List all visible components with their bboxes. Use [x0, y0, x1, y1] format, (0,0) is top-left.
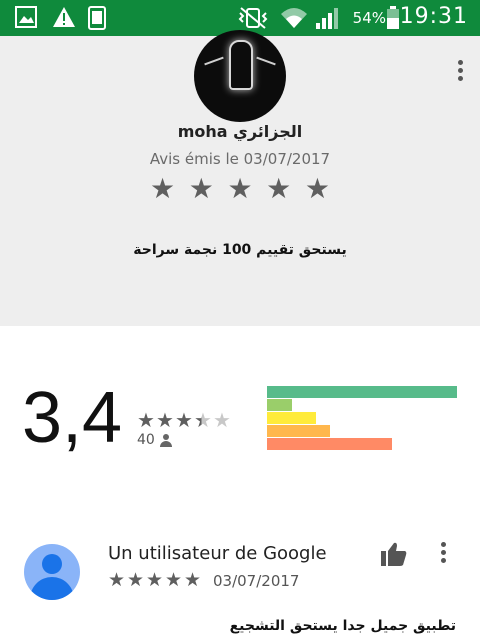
- star-icon: ★: [146, 569, 164, 591]
- star-icon: ★: [227, 172, 253, 205]
- review-card: moha الجزائري Avis émis le 03/07/2017 ★ …: [0, 30, 480, 326]
- more-vert-icon[interactable]: [439, 542, 447, 566]
- star-icon: ★: [213, 408, 231, 432]
- star-icon: ★: [304, 172, 330, 205]
- signal-icon: [316, 8, 338, 29]
- star-icon: ★: [184, 569, 202, 591]
- thumb-up-icon[interactable]: [380, 541, 408, 567]
- review-text: يستحق تقييم 100 نجمة سراحة: [133, 242, 347, 258]
- user-star-rating: ★ ★ ★ ★ ★: [108, 570, 203, 590]
- screenshot-icon: [88, 6, 106, 30]
- review-star-rating: ★ ★ ★ ★ ★: [150, 174, 330, 204]
- star-icon: ★: [137, 408, 155, 432]
- rating-bar-4: [267, 399, 292, 411]
- star-icon: ★: [127, 569, 145, 591]
- star-icon: ★: [108, 569, 126, 591]
- rating-distribution: [267, 386, 457, 451]
- user-review-date: 03/07/2017: [213, 572, 300, 590]
- user-review-text: تطبيق جميل جدا يستحق التشجيع: [229, 618, 456, 634]
- battery-percentage: 54%: [352, 9, 386, 27]
- bulb-ray: [256, 56, 276, 66]
- vibrate-mute-icon: [238, 7, 268, 29]
- reviewer-name: moha الجزائري: [177, 122, 303, 141]
- star-icon: ★: [194, 408, 212, 432]
- wifi-icon: [281, 8, 307, 28]
- star-icon: ★: [165, 569, 183, 591]
- bulb-ray: [204, 56, 224, 66]
- star-icon: ★: [150, 172, 176, 205]
- rating-bar-1: [267, 438, 392, 450]
- user-avatar: [24, 544, 80, 600]
- review-date: Avis émis le 03/07/2017: [149, 150, 331, 168]
- reviewer-avatar[interactable]: [194, 30, 286, 122]
- warning-icon: [53, 7, 75, 27]
- star-icon: ★: [156, 408, 174, 432]
- more-vert-icon[interactable]: [456, 60, 464, 84]
- user-name: Un utilisateur de Google: [108, 543, 327, 564]
- clock: 19:31: [399, 4, 468, 29]
- star-icon: ★: [266, 172, 292, 205]
- light-bulb-icon: [229, 40, 253, 90]
- person-icon: [160, 434, 172, 448]
- rating-count: 40: [137, 432, 155, 448]
- average-star-rating: ★ ★ ★ ★ ★: [137, 409, 232, 431]
- average-rating: 3,4: [22, 378, 123, 458]
- rating-bar-5: [267, 386, 457, 398]
- image-icon: [15, 6, 37, 28]
- battery-icon: [387, 6, 399, 29]
- star-icon: ★: [188, 172, 214, 205]
- rating-bar-2: [267, 425, 330, 437]
- rating-bar-3: [267, 412, 316, 424]
- star-icon: ★: [175, 408, 193, 432]
